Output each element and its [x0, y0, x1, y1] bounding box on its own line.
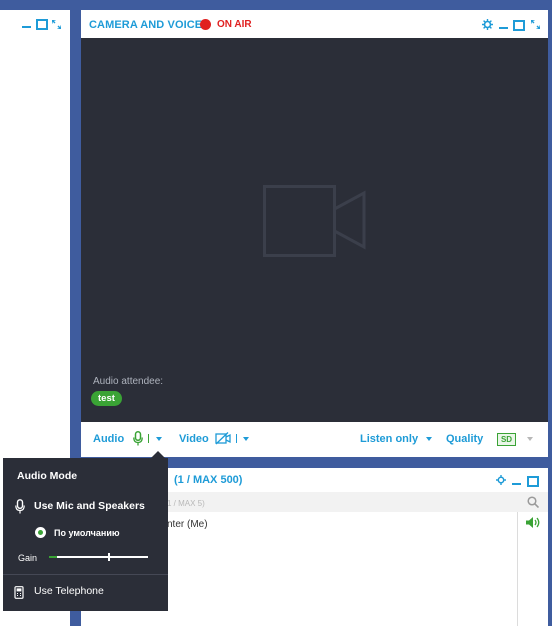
on-air-label: ON AIR — [217, 19, 252, 30]
gain-slider[interactable] — [49, 553, 148, 561]
listen-only-button[interactable]: Listen only — [360, 433, 418, 445]
maximize-icon[interactable] — [513, 20, 525, 31]
speaker-icon — [526, 517, 540, 528]
minimize-icon[interactable] — [499, 27, 508, 29]
on-air-indicator-icon — [200, 19, 211, 30]
chevron-down-icon[interactable] — [156, 437, 162, 441]
chevron-down-icon[interactable] — [243, 437, 249, 441]
column-divider — [517, 512, 518, 626]
microphone-icon — [15, 499, 25, 514]
popup-divider — [3, 574, 168, 575]
telephone-icon — [14, 586, 24, 599]
video-button[interactable]: Video — [179, 433, 209, 445]
video-level-bar — [236, 434, 237, 443]
minimize-icon[interactable] — [512, 483, 521, 485]
maximize-icon[interactable] — [527, 476, 539, 487]
audio-mode-popup: Audio Mode Use Mic and Speakers По умолч… — [3, 458, 168, 611]
video-camera-icon — [263, 185, 366, 257]
chevron-down-icon[interactable] — [527, 437, 533, 441]
device-radio-button[interactable] — [35, 527, 46, 538]
gear-icon[interactable] — [496, 475, 506, 485]
microphone-icon[interactable] — [133, 431, 143, 446]
minimize-icon[interactable] — [22, 26, 31, 28]
audio-button[interactable]: Audio — [93, 433, 124, 445]
audio-attendee-label: Audio attendee: — [93, 376, 164, 387]
video-off-icon[interactable] — [215, 432, 231, 445]
video-area: Audio attendee: test — [81, 38, 548, 422]
expand-icon[interactable] — [52, 20, 61, 29]
gain-label: Gain — [18, 553, 38, 563]
popup-title: Audio Mode — [17, 470, 78, 482]
radio-selected-dot — [38, 530, 43, 535]
chevron-down-icon[interactable] — [426, 437, 432, 441]
quality-badge[interactable]: SD — [497, 433, 516, 446]
attendee-chip[interactable]: test — [91, 391, 122, 406]
quality-label: Quality — [446, 433, 484, 445]
expand-icon[interactable] — [531, 20, 540, 29]
panel-title: CAMERA AND VOICE — [89, 19, 203, 31]
use-telephone-option[interactable]: Use Telephone — [34, 585, 104, 597]
attendees-count-title: (1 / MAX 500) — [174, 474, 243, 486]
maximize-icon[interactable] — [36, 19, 48, 30]
mic-level-bar — [148, 434, 149, 443]
camera-and-voice-panel: CAMERA AND VOICE ON AIR Audio attendee: … — [81, 10, 548, 457]
gain-slider-fill — [49, 556, 57, 558]
use-mic-and-speakers-option[interactable]: Use Mic and Speakers — [34, 500, 145, 512]
attendees-sub-count: 1 / MAX 5) — [167, 499, 205, 508]
device-option-label[interactable]: По умолчанию — [54, 528, 120, 538]
gear-icon[interactable] — [482, 19, 493, 30]
gain-slider-handle[interactable] — [108, 553, 110, 561]
list-item[interactable]: nter (Me) — [167, 519, 208, 530]
search-icon[interactable] — [527, 496, 539, 508]
